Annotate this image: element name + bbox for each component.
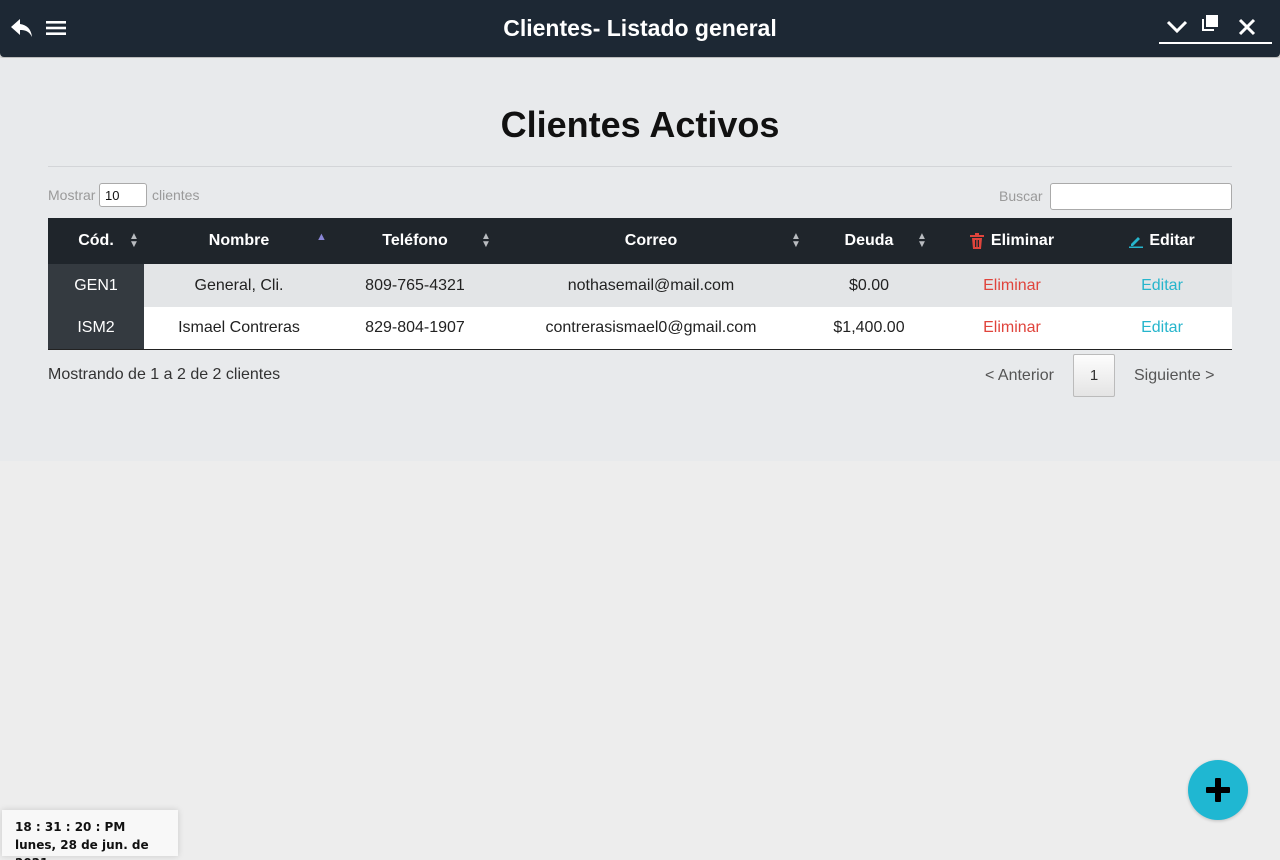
column-header-label: Teléfono (382, 232, 448, 249)
client-name: General, Cli. (194, 276, 284, 294)
close-icon[interactable] (1234, 14, 1260, 40)
add-client-button[interactable] (1188, 760, 1248, 820)
page-length-input[interactable] (99, 183, 147, 207)
clients-panel: Clientes Activos Mostrar clientes Buscar… (0, 58, 1280, 461)
client-debt: $0.00 (848, 276, 890, 294)
pagination-page-1[interactable]: 1 (1073, 354, 1115, 397)
client-email: contrerasismael0@gmail.com (545, 319, 757, 336)
table-row: ISM2 Ismael Contreras 829-804-1907 contr… (48, 307, 1232, 350)
client-debt: $1,400.00 (833, 319, 905, 336)
clock-time: 18 : 31 : 20 : PM (15, 820, 126, 834)
client-email: nothasemail@mail.com (567, 276, 735, 294)
sort-ascending-icon: ▲ (316, 231, 327, 243)
table-row: GEN1 General, Cli. 809-765-4321 nothasem… (48, 264, 1232, 307)
client-phone: 829-804-1907 (365, 319, 465, 336)
delete-link[interactable]: Eliminar (932, 277, 1092, 295)
edit-link[interactable]: Editar (1092, 277, 1232, 295)
clock-widget: 18 : 31 : 20 : PM lunes, 28 de jun. de 2… (2, 810, 178, 860)
plus-icon (1206, 778, 1230, 802)
sort-both-icon: ▲ ▼ (129, 231, 139, 250)
search-input[interactable] (1050, 183, 1232, 210)
window-controls (1159, 10, 1272, 44)
minimize-chevron-icon[interactable] (1164, 14, 1190, 40)
delete-link[interactable]: Eliminar (932, 319, 1092, 337)
column-header-phone[interactable]: Teléfono ▲ ▼ (334, 218, 496, 264)
column-header-edit: Editar (1092, 218, 1232, 264)
client-phone: 809-765-4321 (365, 276, 465, 294)
sort-both-icon: ▲ ▼ (481, 231, 491, 250)
sort-both-icon: ▲ ▼ (917, 231, 927, 250)
sort-both-icon: ▲ ▼ (791, 231, 801, 250)
page-length-suffix: clientes (152, 187, 200, 203)
table-header: Cód. ▲ ▼ Nombre ▲ Teléfono ▲ ▼ Correo ▲ ▼ D… (48, 218, 1232, 264)
trash-icon (969, 233, 984, 249)
divider (48, 166, 1232, 167)
clients-table: Cód. ▲ ▼ Nombre ▲ Teléfono ▲ ▼ Correo ▲ ▼ D… (48, 218, 1232, 350)
column-header-debt[interactable]: Deuda ▲ ▼ (806, 218, 932, 264)
window-title: Clientes- Listado general (503, 15, 777, 41)
clock-date: lunes, 28 de jun. de 2021 (15, 838, 149, 860)
search-label: Buscar (999, 188, 1043, 204)
column-header-delete: Eliminar (932, 218, 1092, 264)
table-info: Mostrando de 1 a 2 de 2 clientes (48, 366, 281, 383)
column-header-label: Cód. (78, 232, 114, 249)
page-title: Clientes Activos (500, 104, 780, 145)
title-bar: Clientes- Listado general (0, 0, 1280, 57)
column-header-label: Eliminar (990, 232, 1055, 249)
column-header-label: Nombre (208, 232, 270, 249)
client-name: Ismael Contreras (178, 319, 300, 336)
pencil-icon (1129, 237, 1144, 248)
client-code: ISM2 (48, 307, 144, 349)
column-header-label: Deuda (844, 232, 894, 249)
column-header-label: Editar (1149, 232, 1195, 249)
edit-link[interactable]: Editar (1092, 319, 1232, 337)
page-length-label: Mostrar (48, 187, 96, 203)
pagination-previous[interactable]: < Anterior (985, 367, 1054, 385)
column-header-name[interactable]: Nombre ▲ (144, 218, 334, 264)
client-code: GEN1 (48, 264, 144, 307)
column-header-label: Correo (624, 232, 678, 249)
column-header-code[interactable]: Cód. ▲ ▼ (48, 218, 144, 264)
restore-icon[interactable] (1197, 10, 1223, 36)
column-header-email[interactable]: Correo ▲ ▼ (496, 218, 806, 264)
pagination-next[interactable]: Siguiente > (1134, 367, 1215, 385)
